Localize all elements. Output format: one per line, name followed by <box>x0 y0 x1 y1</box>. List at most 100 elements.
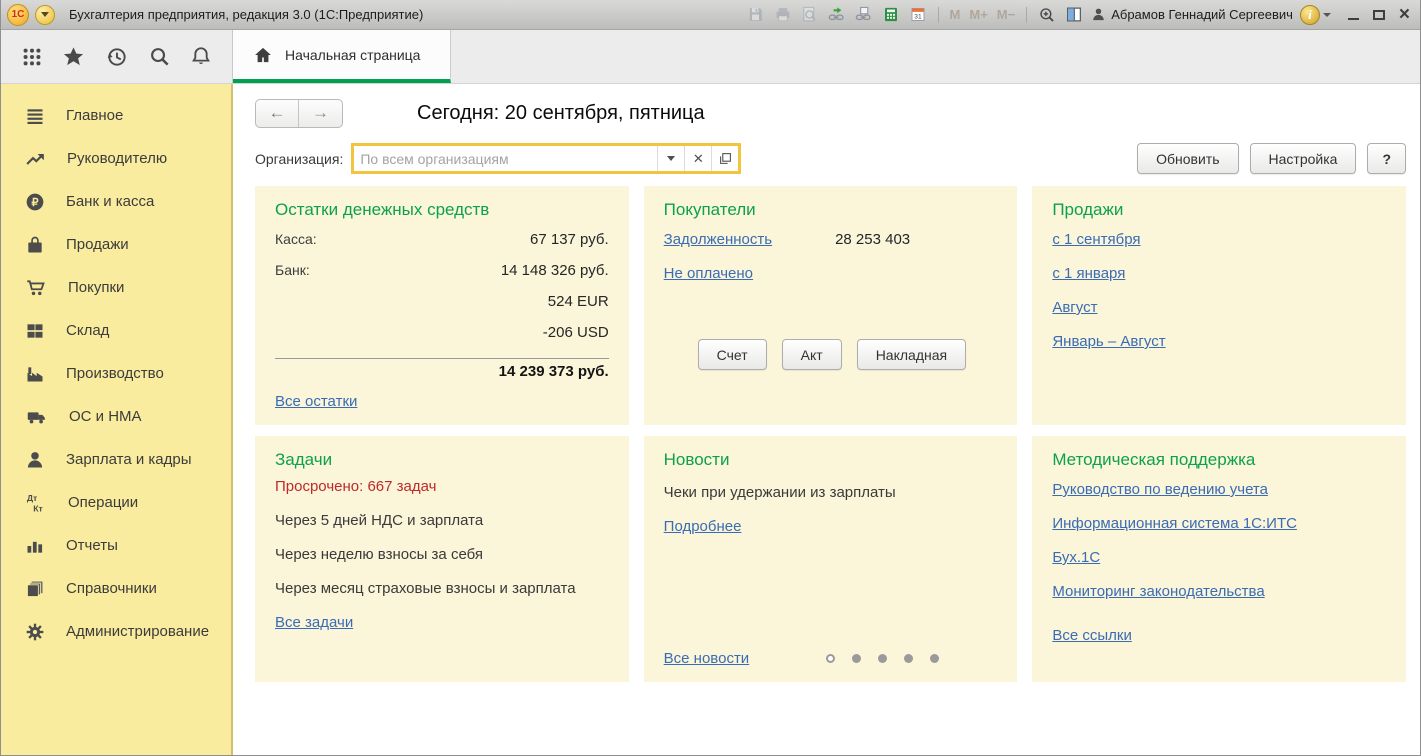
panel-title: Новости <box>664 450 998 470</box>
sales-since-jan1-link[interactable]: с 1 января <box>1052 265 1386 282</box>
waybill-button[interactable]: Накладная <box>857 339 966 370</box>
sidebar-item-directories[interactable]: Справочники <box>1 567 231 610</box>
news-pager <box>826 654 939 663</box>
copy-link-icon[interactable] <box>854 5 874 24</box>
truck-icon <box>25 407 48 427</box>
pager-dot-active[interactable] <box>826 654 835 663</box>
sidebar-item-payroll-hr[interactable]: Зарплата и кадры <box>1 438 231 481</box>
user-menu[interactable]: Абрамов Геннадий Сергеевич <box>1091 7 1293 22</box>
svg-text:Дт: Дт <box>27 493 38 503</box>
zoom-icon[interactable] <box>1037 5 1057 24</box>
sidebar: Главное Руководителю ₽ Банк и касса Прод… <box>1 84 233 755</box>
all-tasks-link[interactable]: Все задачи <box>275 614 353 631</box>
panel-tasks: Задачи Просрочено: 667 задач Через 5 дне… <box>255 436 629 682</box>
minimize-button[interactable] <box>1348 18 1359 20</box>
sidebar-item-sales[interactable]: Продажи <box>1 223 231 266</box>
today-heading: Сегодня: 20 сентября, пятница <box>417 102 705 125</box>
pager-dot[interactable] <box>904 654 913 663</box>
search-icon[interactable] <box>148 45 171 68</box>
gear-icon <box>25 622 45 642</box>
favorites-star-icon[interactable] <box>62 45 85 68</box>
panel-title: Задачи <box>275 450 609 470</box>
act-button[interactable]: Акт <box>782 339 842 370</box>
nav-back-button[interactable]: ← <box>256 100 299 127</box>
info-button[interactable]: i <box>1300 5 1331 25</box>
sidebar-item-production[interactable]: Производство <box>1 352 231 395</box>
tab-home-page[interactable]: Начальная страница <box>233 30 451 83</box>
user-name: Абрамов Геннадий Сергеевич <box>1111 7 1293 22</box>
organization-dropdown-button[interactable] <box>657 146 684 171</box>
apps-grid-icon[interactable] <box>21 46 43 68</box>
history-icon[interactable] <box>105 45 128 68</box>
maximize-button[interactable] <box>1373 10 1385 20</box>
sidebar-item-reports[interactable]: Отчеты <box>1 524 231 567</box>
svg-text:Кт: Кт <box>33 503 43 513</box>
pager-dot[interactable] <box>930 654 939 663</box>
invoice-button[interactable]: Счет <box>698 339 767 370</box>
help-button[interactable]: ? <box>1367 143 1406 174</box>
settings-button[interactable]: Настройка <box>1250 143 1357 174</box>
unpaid-link[interactable]: Не оплачено <box>664 265 753 282</box>
memory-m-button[interactable]: M <box>949 7 962 22</box>
task-item: Через 5 дней НДС и зарплата <box>275 512 609 529</box>
news-more-link[interactable]: Подробнее <box>664 518 998 535</box>
sidebar-item-manager[interactable]: Руководителю <box>1 137 231 180</box>
sidebar-item-administration[interactable]: Администрирование <box>1 610 231 653</box>
panel-support: Методическая поддержка Руководство по ве… <box>1032 436 1406 682</box>
calculator-icon[interactable] <box>881 5 901 24</box>
sales-since-sep1-link[interactable]: с 1 сентября <box>1052 231 1386 248</box>
books-icon <box>25 579 45 599</box>
organization-open-button[interactable] <box>711 146 738 171</box>
accounting-guide-link[interactable]: Руководство по ведению учета <box>1052 481 1386 498</box>
law-monitoring-link[interactable]: Мониторинг законодательства <box>1052 583 1386 600</box>
cash-row-value-negative: -206 USD <box>543 324 609 341</box>
pager-dot[interactable] <box>852 654 861 663</box>
bag-icon <box>25 235 45 255</box>
main-menu-dropdown-button[interactable] <box>35 5 55 25</box>
go-to-link-icon[interactable] <box>827 5 847 24</box>
ruble-icon: ₽ <box>25 192 45 212</box>
its-system-link[interactable]: Информационная система 1С:ИТС <box>1052 515 1386 532</box>
sidebar-item-purchases[interactable]: Покупки <box>1 266 231 309</box>
panel-title: Методическая поддержка <box>1052 450 1386 470</box>
sidebar-item-operations[interactable]: ДтКт Операции <box>1 481 231 524</box>
refresh-button[interactable]: Обновить <box>1137 143 1238 174</box>
save-icon[interactable] <box>746 5 766 24</box>
sales-august-link[interactable]: Август <box>1052 299 1386 316</box>
sidebar-item-warehouse[interactable]: Склад <box>1 309 231 352</box>
buh1c-link[interactable]: Бух.1С <box>1052 549 1386 566</box>
cash-row-value: 67 137 руб. <box>530 231 609 248</box>
split-view-icon[interactable] <box>1064 5 1084 24</box>
all-balances-link[interactable]: Все остатки <box>275 393 357 410</box>
total-separator <box>275 358 609 359</box>
window-title: Бухгалтерия предприятия, редакция 3.0 (1… <box>69 7 423 22</box>
organization-input[interactable] <box>354 146 657 171</box>
memory-m-plus-button[interactable]: M+ <box>968 7 988 22</box>
task-item: Через неделю взносы за себя <box>275 546 609 563</box>
print-icon[interactable] <box>773 5 793 24</box>
print-preview-icon[interactable] <box>800 5 820 24</box>
organization-clear-button[interactable]: ✕ <box>684 146 711 171</box>
bar-chart-icon <box>25 536 45 556</box>
panel-news: Новости Чеки при удержании из зарплаты П… <box>644 436 1018 682</box>
notifications-bell-icon[interactable] <box>190 45 212 68</box>
sidebar-item-fixed-assets[interactable]: ОС и НМА <box>1 395 231 438</box>
svg-text:31: 31 <box>914 14 922 21</box>
title-bar: 1С Бухгалтерия предприятия, редакция 3.0… <box>1 0 1420 30</box>
cart-icon <box>25 278 47 298</box>
close-button[interactable]: × <box>1399 8 1410 22</box>
nav-forward-button[interactable]: → <box>299 100 342 127</box>
all-news-link[interactable]: Все новости <box>664 650 750 667</box>
cash-total: 14 239 373 руб. <box>275 363 609 393</box>
pager-dot[interactable] <box>878 654 887 663</box>
panel-title: Продажи <box>1052 200 1386 220</box>
sales-jan-aug-link[interactable]: Январь – Август <box>1052 333 1386 350</box>
sidebar-item-main[interactable]: Главное <box>1 94 231 137</box>
panel-cash-balances: Остатки денежных средств Касса:67 137 ру… <box>255 186 629 425</box>
all-links-link[interactable]: Все ссылки <box>1052 627 1132 644</box>
debt-link[interactable]: Задолженность <box>664 231 772 248</box>
memory-m-minus-button[interactable]: M− <box>996 7 1016 22</box>
calendar-icon[interactable]: 31 <box>908 5 928 24</box>
sidebar-item-bank-cash[interactable]: ₽ Банк и касса <box>1 180 231 223</box>
panel-sales: Продажи с 1 сентября с 1 января Август Я… <box>1032 186 1406 425</box>
